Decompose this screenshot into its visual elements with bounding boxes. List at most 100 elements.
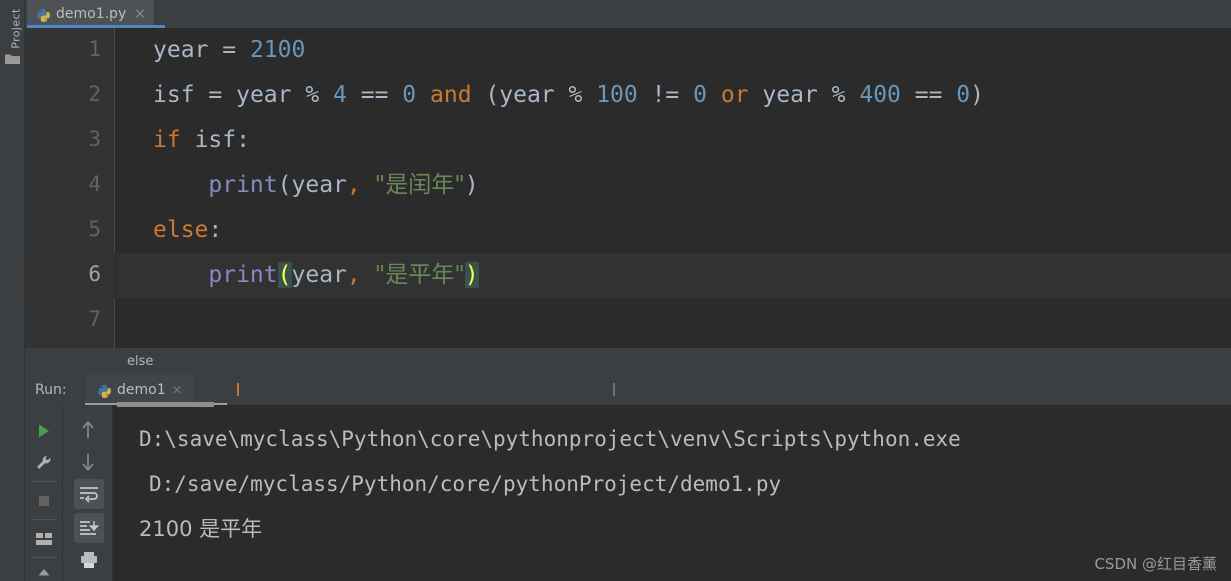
scroll-to-end-button[interactable] <box>75 515 103 541</box>
console-line-1: D:\save\myclass\Python\core\pythonprojec… <box>139 427 961 451</box>
line-number-4: 4 <box>88 172 101 196</box>
code-token: 2100 <box>249 37 306 63</box>
run-tab-demo1[interactable]: demo1 × <box>85 375 193 405</box>
run-tab-title: demo1 <box>117 382 166 398</box>
code-token: ) <box>464 172 479 198</box>
code-token: 400 <box>859 82 901 108</box>
code-token: ) <box>464 262 479 288</box>
code-token: year <box>762 82 818 108</box>
editor-tab-bar: demo1.py × <box>25 0 1231 28</box>
code-token: print <box>208 262 278 288</box>
line-number-2: 2 <box>88 82 101 106</box>
editor-tab-title: demo1.py <box>56 6 127 22</box>
close-icon[interactable]: × <box>134 7 146 21</box>
code-token: % <box>554 82 597 108</box>
pin-button[interactable] <box>32 563 56 581</box>
code-token: "是平年" <box>374 262 465 288</box>
down-stack-button[interactable] <box>75 449 101 475</box>
code-token: == <box>900 82 957 108</box>
breadcrumb[interactable]: else <box>25 348 1231 375</box>
code-token: 0 <box>693 82 707 108</box>
code-token: print <box>208 172 278 198</box>
code-token: year <box>153 37 209 63</box>
code-token: 100 <box>596 82 638 108</box>
code-token: % <box>291 82 334 108</box>
code-line-5[interactable]: else: <box>116 208 1231 253</box>
folder-icon[interactable] <box>5 50 20 64</box>
code-token: % <box>817 82 860 108</box>
breadcrumb-item-else[interactable]: else <box>127 354 153 369</box>
console-marker-left <box>237 383 239 396</box>
stop-button[interactable] <box>32 489 56 513</box>
code-token: = <box>222 37 237 63</box>
editor-tab-demo1[interactable]: demo1.py × <box>27 0 154 28</box>
code-token: 0 <box>956 82 971 108</box>
run-toolbar-secondary <box>63 405 113 581</box>
debug-settings-button[interactable] <box>32 451 56 475</box>
code-token: = <box>194 82 237 108</box>
code-token: else <box>153 217 209 243</box>
soft-wrap-button[interactable] <box>75 481 103 507</box>
toolbar-divider-2 <box>31 519 57 520</box>
layout-button[interactable] <box>32 527 56 551</box>
code-text-area[interactable]: year = 2100 isf = year % 4 == 0 and (year… <box>116 28 1231 348</box>
print-button[interactable] <box>75 547 103 573</box>
run-toolbar-primary <box>25 405 63 581</box>
line-number-7: 7 <box>88 307 101 331</box>
watermark: CSDN @红目香薰 <box>1094 555 1217 573</box>
code-token: , <box>346 262 361 288</box>
code-line-3[interactable]: if isf: <box>116 118 1231 163</box>
code-line-6[interactable]: print(year, "是平年") <box>116 253 1231 298</box>
code-token: ( <box>471 82 500 108</box>
code-token: and <box>430 82 472 108</box>
code-token: ) <box>970 82 984 108</box>
code-token: isf <box>194 127 237 153</box>
code-token: 0 <box>402 82 417 108</box>
python-run-config-icon <box>97 383 111 398</box>
console-output: D:\save\myclass\Python\core\pythonprojec… <box>115 405 1231 581</box>
code-token: ( <box>277 262 292 288</box>
code-line-2[interactable]: isf = year % 4 == 0 and (year % 100 != 0… <box>116 73 1231 118</box>
code-token: != <box>637 82 694 108</box>
run-console[interactable]: D:\save\myclass\Python\core\pythonprojec… <box>25 402 1231 581</box>
run-tool-window-header: Run: demo1 × <box>25 375 1231 406</box>
code-token: if <box>153 127 181 153</box>
code-token: or <box>720 82 749 108</box>
left-tool-strip: Project <box>0 0 25 581</box>
code-token: == <box>346 82 403 108</box>
code-token: year <box>499 82 555 108</box>
python-file-icon <box>36 7 50 22</box>
run-window-label: Run: <box>35 382 67 398</box>
run-tab-close-icon[interactable]: × <box>172 383 183 398</box>
code-token: isf <box>153 82 195 108</box>
line-number-1: 1 <box>88 37 101 61</box>
code-token: year <box>291 172 347 198</box>
code-token: year <box>236 82 292 108</box>
code-line-1[interactable]: year = 2100 <box>116 28 1231 73</box>
console-line-2: D:/save/myclass/Python/core/pythonProjec… <box>149 472 782 496</box>
code-token: year <box>291 262 347 288</box>
line-number-3: 3 <box>88 127 101 151</box>
code-token: , <box>346 172 361 198</box>
editor-gutter[interactable]: 1 2 3 4 5 6 7 <box>25 28 115 348</box>
line-number-5: 5 <box>88 217 101 241</box>
console-line-3: 2100 是平年 <box>139 517 263 541</box>
console-marker-right <box>613 383 615 396</box>
code-line-4[interactable]: print(year, "是闰年") <box>116 163 1231 208</box>
code-line-7[interactable] <box>116 298 1231 343</box>
code-token: "是闰年" <box>374 172 465 198</box>
code-editor[interactable]: 1 2 3 4 5 6 7 year = 2100 isf = year % 4 == 0 a… <box>25 28 1231 348</box>
code-token: : <box>236 127 250 153</box>
toolbar-divider-3 <box>31 557 57 558</box>
rerun-button[interactable] <box>32 419 56 443</box>
up-stack-button[interactable] <box>75 417 101 443</box>
